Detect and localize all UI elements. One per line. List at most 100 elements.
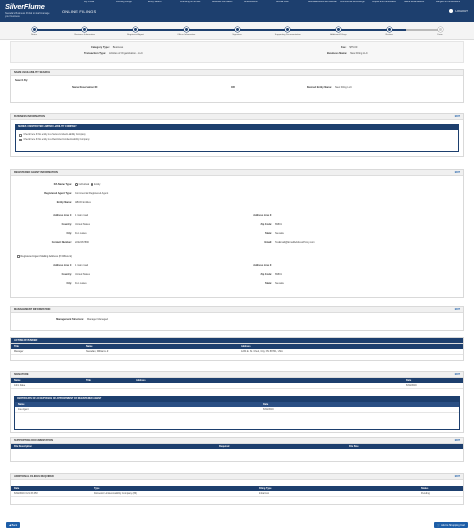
- zip-value: 89801: [275, 223, 282, 226]
- transaction-value: Articles of Organization - LLC: [109, 52, 143, 55]
- state-value: Nevada: [275, 232, 284, 235]
- step-dot: [82, 27, 88, 32]
- mailing-state-label: State:: [265, 282, 272, 285]
- ra-name-type-label: RA Name Type:: [53, 183, 72, 186]
- name-availability-panel: NAME AVAILABILITY SEARCH Search By: Name…: [10, 69, 464, 103]
- edit-management-link[interactable]: EDIT: [455, 309, 460, 311]
- edit-additional-filings-link[interactable]: EDIT: [455, 476, 460, 478]
- business-name-value: New Filing LLC: [350, 52, 368, 55]
- filing-summary: Category Type: Business Transaction Type…: [10, 41, 464, 63]
- step-dot: [437, 27, 443, 32]
- address2-label: Address Line 2:: [253, 214, 272, 217]
- acting-by-table: Title Name Address Manager Nevadan, Will…: [11, 344, 463, 355]
- address1-value: 1 main road: [75, 214, 89, 217]
- nav-item[interactable]: Annual Lists: [276, 1, 308, 5]
- nav-item[interactable]: Reinstatements and Revival: [308, 1, 340, 5]
- mailing-city-value: Fun Lakes: [75, 282, 87, 285]
- desired-name-value: New Filing LLC: [335, 86, 352, 89]
- certificate-table: Name Date Joe Agent 6/30/2019: [15, 402, 459, 413]
- registered-agent-panel: REGISTERED AGENT INFORMATION EDIT RA Nam…: [10, 169, 464, 298]
- ra-type-label: Registered Agent Type:: [44, 192, 72, 195]
- step-8[interactable]: Done: [410, 27, 470, 36]
- table-row: Joe Agent 6/30/2019: [15, 407, 459, 413]
- nav-item[interactable]: Pending Filings: [116, 1, 148, 5]
- panel-title: MANAGEMENT INFORMATION: [14, 308, 51, 311]
- progress-stepper: Name Business Information Registered Agent…: [0, 22, 474, 40]
- additional-filings-panel: ADDITIONAL FILINGS REQUIRED EDIT Date Ty…: [10, 473, 464, 505]
- city-value: Fun Lakes: [75, 232, 87, 235]
- nav-item[interactable]: Entity Search: [148, 1, 180, 5]
- edit-business-info-link[interactable]: EDIT: [455, 116, 460, 118]
- nav-item[interactable]: My Profile: [84, 1, 116, 5]
- entity-name-value: ABCD Entities: [75, 201, 91, 204]
- restricted-llc-option[interactable]: Check here if this entity is a Restricte…: [16, 138, 458, 143]
- nav-item[interactable]: Mergers & Conversions: [436, 1, 468, 5]
- mailing-country-label: Country:: [61, 273, 72, 276]
- fee-value: $75.00: [349, 46, 358, 49]
- mailing-city-label: City:: [66, 282, 72, 285]
- panel-header: REGISTERED AGENT INFORMATION EDIT: [11, 170, 463, 176]
- additional-filings-table: Date Type Filing Type Status 6/30/2019 3…: [11, 486, 463, 497]
- fee-label: Fee:: [341, 46, 347, 49]
- nav-item[interactable]: Business Formation: [212, 1, 244, 5]
- step-dot: [336, 27, 341, 32]
- add-to-cart-button[interactable]: 🛒 Add to Shopping Cart: [434, 522, 468, 528]
- phone-value: 2222467890: [75, 241, 89, 244]
- entity-radio[interactable]: [90, 183, 94, 186]
- nav-item[interactable]: Commercial Recordings: [340, 1, 372, 5]
- top-header: SilverFlume Nevada's Business Portal to …: [0, 0, 474, 22]
- main-nav: My Profile Pending Filings Entity Search Li…: [84, 1, 468, 5]
- certificate-subpanel: CERTIFICATE OF ACCEPTANCE OF APPOINTMENT…: [14, 396, 460, 430]
- city-label: City:: [66, 232, 72, 235]
- category-label: Category Type:: [91, 46, 110, 49]
- mailing-state-value: Nevada: [275, 282, 284, 285]
- state-label: State:: [265, 232, 272, 235]
- nav-item[interactable]: Amendments: [244, 1, 276, 5]
- add-to-cart-label: Add to Shopping Cart: [441, 523, 465, 527]
- back-button[interactable]: ◀ Back: [6, 522, 21, 528]
- column-header: File Description: [11, 444, 216, 449]
- desired-name-label: Desired Entity Name:: [306, 86, 332, 89]
- business-information-panel: BUSINESS INFORMATION EDIT SERIES / RESTR…: [10, 113, 464, 157]
- subpanel-title: SERIES / RESTRICTED LIMITED LIABILITY CO…: [16, 125, 458, 130]
- panel-title: SIGNATURE: [14, 373, 29, 376]
- app-title: ONLINE FILINGS: [62, 9, 97, 14]
- signature-panel: SIGNATURE EDIT Name Title Address Date J…: [10, 371, 464, 433]
- edit-supporting-docs-link[interactable]: EDIT: [455, 440, 460, 442]
- entity-name-label: Entity Name:: [56, 201, 72, 204]
- nav-item[interactable]: Name Reservations: [404, 1, 436, 5]
- mailing-zip-label: Zip Code:: [260, 273, 272, 276]
- step-dot: [133, 27, 138, 32]
- phone-label: Contact Number:: [51, 241, 72, 244]
- step-dot: [386, 27, 392, 32]
- panel-title: ACTING BY/UNDER: [14, 339, 38, 342]
- back-label: Back: [11, 523, 18, 527]
- table-row: Manager Nevadan, Williams Jr. 1234 E. St…: [11, 349, 463, 355]
- individual-radio[interactable]: [75, 183, 78, 186]
- ra-type-value: Commercial Registered Agent: [75, 192, 109, 195]
- mailing-country-value: United States: [75, 273, 91, 276]
- table-cell: John Fake: [11, 383, 83, 389]
- table-cell: 1234 E. St. Cheri, City, NV 89701, USA: [238, 349, 463, 355]
- logout-button[interactable]: LOGOUT: [449, 9, 468, 13]
- table-cell: Domestic Limited-Liability Company (86): [91, 491, 256, 497]
- nav-item[interactable]: Copies and Certificates: [372, 1, 404, 5]
- silverflume-logo[interactable]: SilverFlume Nevada's Business Portal to …: [5, 3, 53, 19]
- table-cell: 6/30/2019: [260, 407, 459, 413]
- mailing-address-checkbox[interactable]: [17, 255, 20, 258]
- checkbox[interactable]: [19, 138, 22, 141]
- edit-registered-agent-link[interactable]: EDIT: [455, 172, 460, 174]
- business-name-label: Business Name:: [327, 52, 348, 55]
- table-cell: Joe Agent: [15, 407, 260, 413]
- table-cell: Initial List: [256, 491, 418, 497]
- table-row: John Fake 6/30/2019: [11, 383, 463, 389]
- nav-item[interactable]: Licensing & Permits: [180, 1, 212, 5]
- edit-signature-link[interactable]: EDIT: [455, 374, 460, 376]
- zip-label: Zip Code:: [260, 223, 272, 226]
- supporting-documentation-panel: SUPPORTING DOCUMENTATION EDIT File Descr…: [10, 437, 464, 462]
- checkbox[interactable]: [19, 134, 22, 137]
- email-value: TesEmail@EmailAddressProxy.com: [275, 241, 315, 244]
- mailing-address2-label: Address Line 2:: [253, 264, 272, 267]
- search-by-label: Search By:: [15, 79, 29, 82]
- management-structure-label: Management Structure:: [56, 318, 84, 321]
